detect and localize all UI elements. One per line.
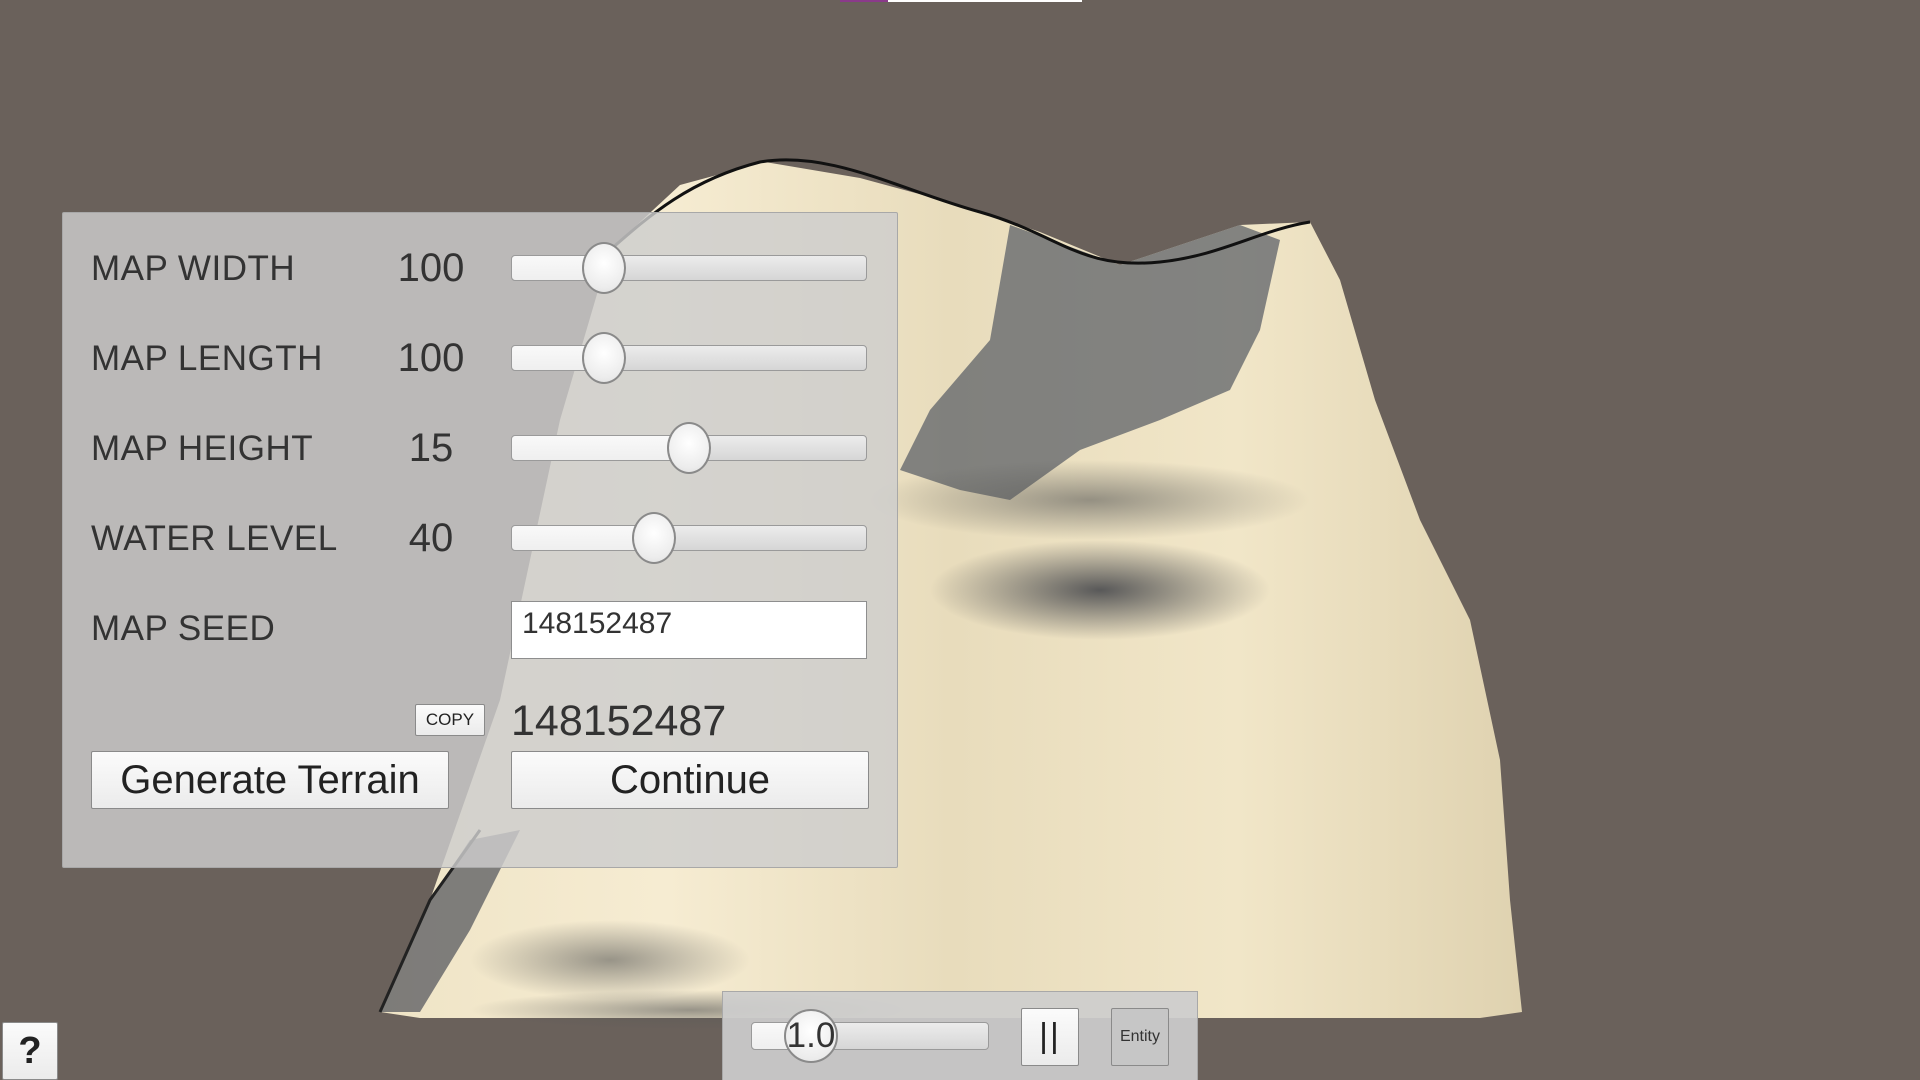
map-seed-input[interactable] <box>511 601 867 659</box>
map-height-label: MAP HEIGHT <box>91 429 314 468</box>
map-length-slider-knob[interactable] <box>582 332 627 384</box>
simulation-control-bar: 1.0 || Entity <box>722 991 1198 1080</box>
speed-slider[interactable]: 1.0 <box>751 1009 989 1063</box>
map-length-label: MAP LENGTH <box>91 339 323 378</box>
pause-button[interactable]: || <box>1021 1008 1079 1066</box>
entity-button[interactable]: Entity <box>1111 1008 1169 1066</box>
water-level-slider[interactable] <box>511 512 867 564</box>
top-accent-strip <box>840 0 888 2</box>
map-width-slider-knob[interactable] <box>582 242 627 294</box>
water-level-value: 40 <box>408 516 454 560</box>
map-length-slider[interactable] <box>511 332 867 384</box>
terrain-settings-panel: MAP WIDTH 100 MAP LENGTH 100 MAP HEIGHT … <box>62 212 898 868</box>
map-seed-label: MAP SEED <box>91 609 276 648</box>
map-height-slider-knob[interactable] <box>667 422 711 474</box>
copy-seed-button[interactable]: COPY <box>415 704 485 736</box>
continue-button[interactable]: Continue <box>511 751 869 809</box>
top-status-strip <box>888 0 1082 2</box>
map-height-slider-fill <box>512 436 689 460</box>
water-level-label: WATER LEVEL <box>91 519 338 558</box>
water-level-slider-knob[interactable] <box>631 512 676 564</box>
map-width-slider[interactable] <box>511 242 867 294</box>
generate-terrain-button[interactable]: Generate Terrain <box>91 751 449 809</box>
speed-slider-knob[interactable]: 1.0 <box>784 1009 838 1063</box>
map-height-slider[interactable] <box>511 422 867 474</box>
help-button[interactable]: ? <box>2 1022 58 1080</box>
map-width-label: MAP WIDTH <box>91 249 296 288</box>
speed-value: 1.0 <box>786 1016 836 1055</box>
map-width-value: 100 <box>397 246 465 290</box>
current-seed-display: 148152487 <box>511 697 727 745</box>
map-height-value: 15 <box>408 426 454 470</box>
map-length-value: 100 <box>397 336 465 380</box>
